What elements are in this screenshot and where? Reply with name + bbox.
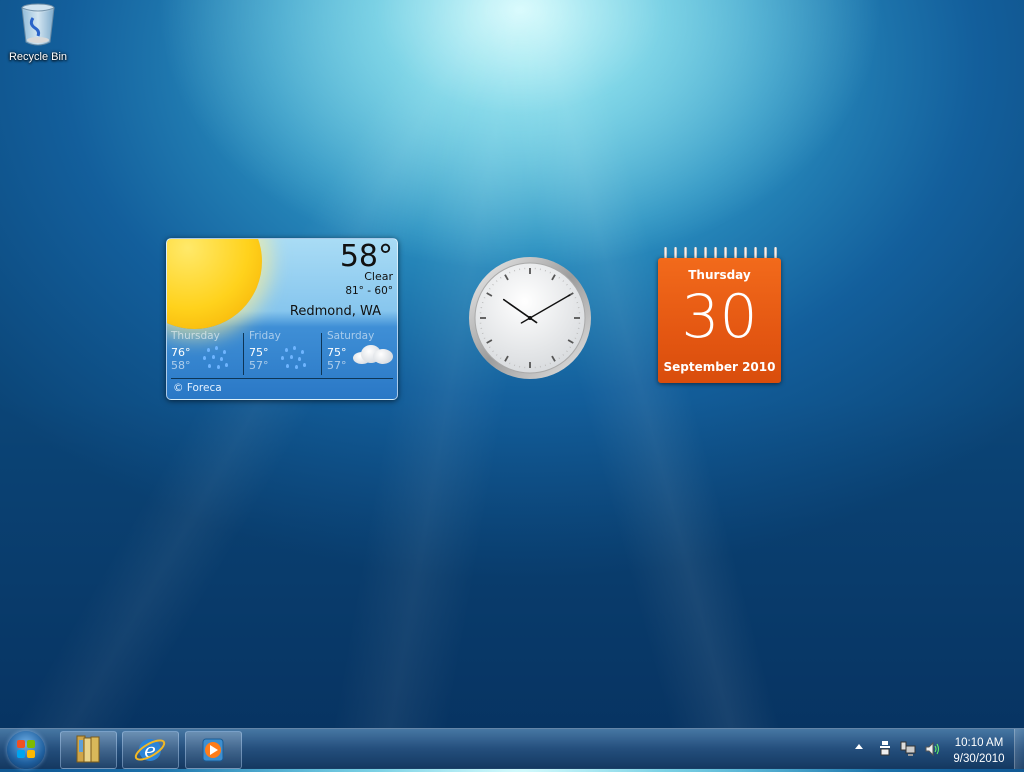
calendar-weekday: Thursday — [658, 268, 781, 282]
forecast-day-name: Saturday — [323, 330, 398, 342]
minute-tick — [575, 338, 576, 339]
current-condition: Clear — [364, 270, 393, 283]
forecast-day: Saturday 75° 57° — [323, 330, 398, 378]
current-temperature: 58° — [340, 239, 393, 274]
system-date: 9/30/2010 — [940, 751, 1018, 767]
forecast-day: Friday 75° 57° — [245, 330, 321, 378]
forecast: Thursday 76° 58° Friday 75° 57° Saturday… — [167, 330, 397, 378]
minute-tick — [484, 338, 485, 339]
calendar-month-year: September 2010 — [658, 360, 781, 374]
volume-icon[interactable] — [925, 741, 941, 757]
calendar-day: 30 — [658, 282, 781, 352]
rain-icon — [203, 346, 229, 372]
windows-start-icon — [17, 740, 35, 758]
start-button[interactable] — [7, 731, 45, 769]
system-time: 10:10 AM — [940, 735, 1018, 751]
clock-gadget[interactable] — [468, 256, 592, 380]
desktop-icon-recycle-bin[interactable]: Recycle Bin — [4, 2, 72, 63]
rain-icon — [281, 346, 307, 372]
divider — [243, 333, 244, 375]
forecast-day-name: Thursday — [167, 330, 243, 342]
location: Redmond, WA — [290, 304, 381, 319]
temperature-range: 81° - 60° — [345, 285, 393, 297]
recycle-bin-icon — [20, 2, 56, 46]
show-hidden-icons-arrow[interactable] — [855, 744, 863, 749]
minute-tick — [550, 272, 551, 273]
show-desktop-button[interactable] — [1014, 729, 1024, 769]
minute-tick — [509, 272, 510, 273]
taskbar-ie-button[interactable]: e — [122, 731, 179, 769]
desktop-icon-label: Recycle Bin — [4, 51, 72, 63]
minute-tick — [509, 363, 510, 364]
divider — [171, 378, 393, 379]
minute-tick — [550, 363, 551, 364]
clock-center — [528, 316, 532, 320]
taskbar-media-player-button[interactable] — [185, 731, 242, 769]
divider — [321, 333, 322, 375]
provider-link[interactable]: © Foreca — [173, 382, 222, 394]
media-player-icon — [186, 732, 241, 768]
forecast-day-name: Friday — [245, 330, 321, 342]
folder-library-icon — [61, 732, 116, 768]
sunny-icon — [166, 238, 262, 329]
internet-explorer-icon: e — [123, 732, 178, 768]
calendar-gadget[interactable]: Thursday 30 September 2010 — [658, 258, 781, 383]
system-clock[interactable]: 10:10 AM 9/30/2010 — [940, 735, 1018, 767]
minute-tick — [575, 297, 576, 298]
taskbar: e 10:10 AM 9/30/2010 — [0, 728, 1024, 769]
weather-gadget[interactable]: 58° Clear 81° - 60° Redmond, WA Thursday… — [166, 238, 398, 400]
network-icon[interactable] — [900, 741, 916, 757]
cloudy-icon — [353, 345, 393, 365]
forecast-day: Thursday 76° 58° — [167, 330, 243, 378]
action-center-icon[interactable] — [879, 741, 891, 757]
taskbar-explorer-button[interactable] — [60, 731, 117, 769]
minute-tick — [484, 297, 485, 298]
